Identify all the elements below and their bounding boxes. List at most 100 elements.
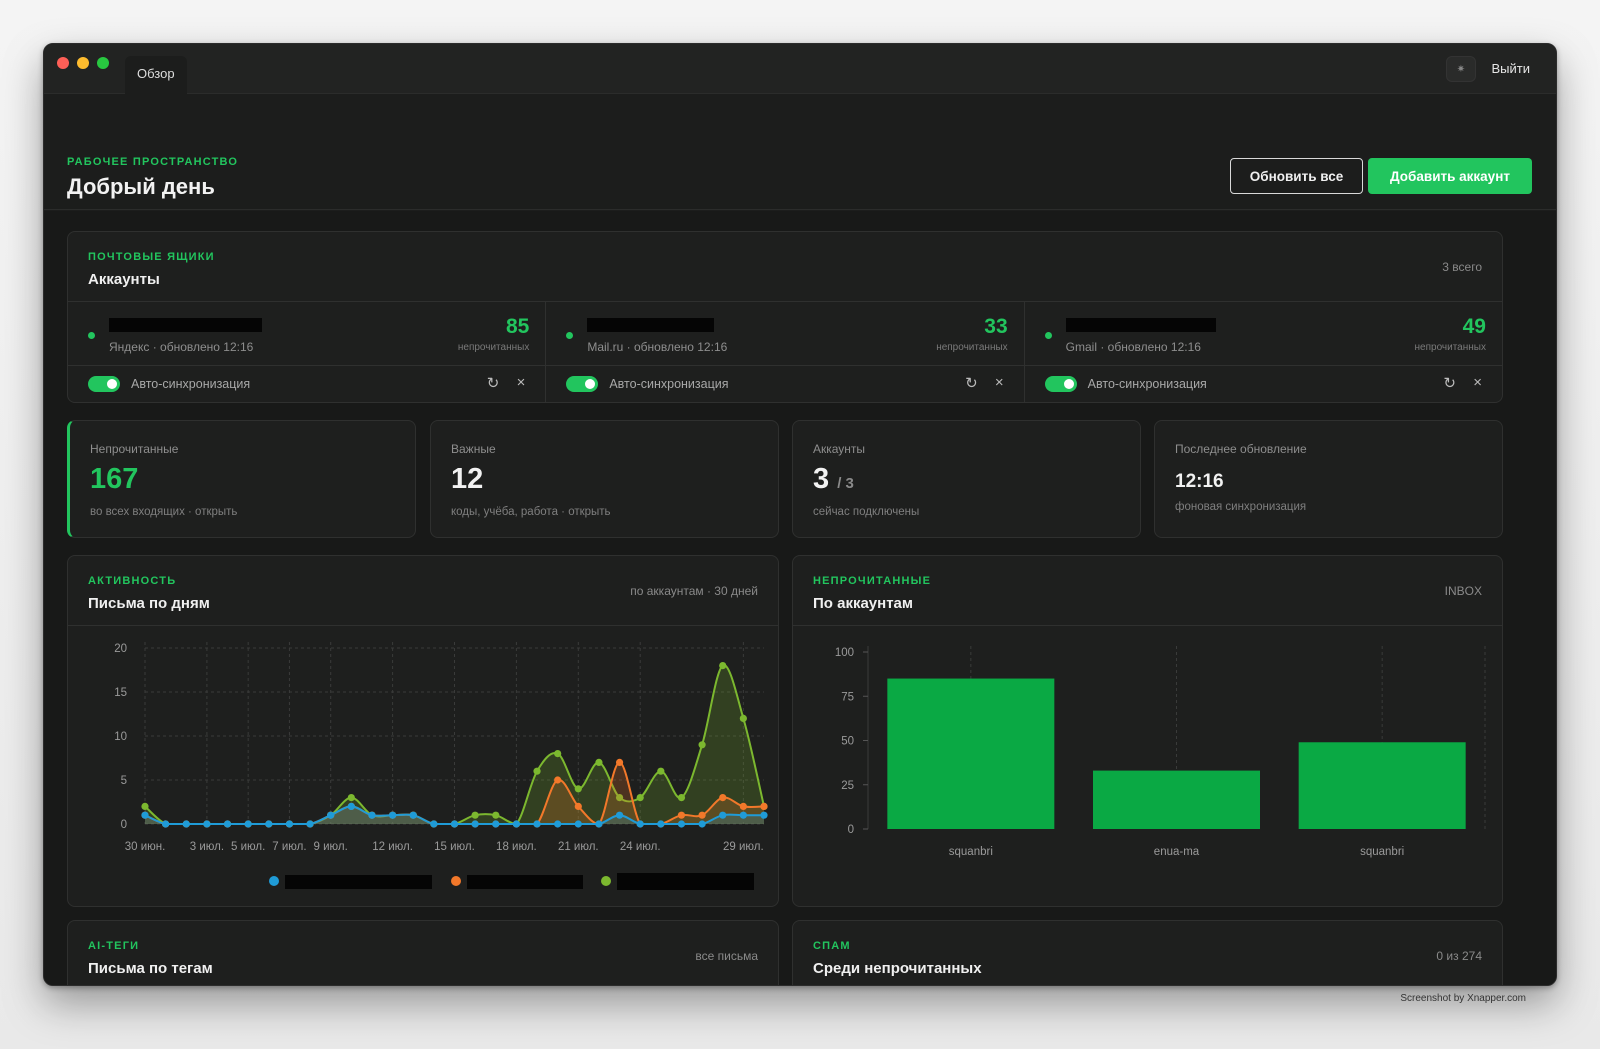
tab-overview[interactable]: Обзор	[125, 56, 187, 94]
account-gmail[interactable]: Gmail · обновлено 12:16 49 непрочитанных…	[1024, 302, 1502, 402]
data-point	[347, 794, 355, 802]
y-tick-label: 75	[841, 691, 854, 703]
x-tick-label: 12 июл.	[372, 841, 413, 853]
sun-icon: ✷	[1456, 63, 1466, 75]
redacted-email	[1065, 318, 1216, 332]
data-point	[574, 802, 582, 810]
page-header: РАБОЧЕЕ ПРОСТРАНСТВО Добрый день Обновит…	[44, 94, 1556, 210]
data-point	[141, 802, 149, 810]
data-point	[636, 794, 644, 802]
autosync-toggle[interactable]	[88, 376, 120, 392]
stat-value: 167	[90, 463, 139, 495]
data-point	[615, 811, 624, 819]
account-mailru[interactable]: Mail.ru · обновлено 12:16 33 непрочитанн…	[546, 302, 1025, 402]
account-provider: Яндекс · обновлено 12:16	[109, 340, 254, 354]
data-point	[409, 811, 417, 819]
y-tick-label: 0	[121, 819, 127, 831]
unread-count: 85	[505, 315, 530, 338]
unread-title: По аккаунтам	[813, 595, 913, 612]
autosync-label: Авто-синхронизация	[609, 377, 729, 391]
stat-important[interactable]: Важные 12 коды, учёба, работа · открыть	[430, 420, 779, 538]
bar	[1298, 742, 1466, 829]
x-tick-label: squanbri	[1360, 846, 1404, 858]
x-tick-label: 24 июл.	[620, 841, 661, 853]
data-point	[554, 776, 562, 784]
status-dot	[88, 332, 95, 339]
data-point	[739, 714, 747, 722]
unread-bar-chart: 0 25 50 75 100 squanbri enua-ma squanbri	[835, 646, 1486, 858]
autosync-toggle[interactable]	[566, 376, 599, 392]
spam-card: СПАМ Среди непрочитанных 0 из 274	[792, 920, 1503, 985]
stat-label: Важные	[451, 442, 496, 456]
ai-tags-title: Письма по тегам	[88, 960, 213, 977]
mailboxes-eyebrow: ПОЧТОВЫЕ ЯЩИКИ	[88, 251, 215, 263]
refresh-all-button[interactable]: Обновить все	[1230, 158, 1363, 194]
unread-by-account-card: НЕПРОЧИТАННЫЕ По аккаунтам INBOX 0 25 50 75…	[792, 555, 1503, 907]
legend-dot-orange	[451, 876, 461, 886]
data-point	[595, 758, 603, 766]
stat-value: 12:16	[1175, 471, 1224, 492]
screenshot-credit: Screenshot by Xnapper.com	[1400, 993, 1526, 1004]
data-point	[574, 820, 582, 828]
window-controls	[57, 57, 109, 69]
refresh-icon[interactable]: ↻	[1443, 374, 1456, 392]
close-icon[interactable]: ×	[517, 374, 526, 391]
data-point	[554, 820, 562, 828]
unread-count-label: непрочитанных	[936, 342, 1008, 353]
close-icon[interactable]: ×	[1473, 374, 1482, 391]
unread-meta: INBOX	[1444, 584, 1482, 598]
data-point	[574, 785, 582, 793]
x-tick-label: 9 июл.	[314, 841, 348, 853]
add-account-button[interactable]: Добавить аккаунт	[1368, 158, 1532, 194]
data-point	[492, 820, 500, 828]
close-icon[interactable]: ×	[995, 374, 1004, 391]
stat-value: 12	[451, 463, 484, 495]
data-point	[698, 811, 706, 819]
autosync-label: Авто-синхронизация	[131, 377, 251, 391]
stat-sub: коды, учёба, работа · открыть	[451, 506, 611, 518]
autosync-toggle[interactable]	[1044, 376, 1077, 392]
spam-meta: 0 из 274	[1436, 949, 1482, 963]
status-dot	[566, 332, 574, 339]
data-point	[223, 820, 232, 828]
y-tick-label: 50	[841, 736, 854, 748]
page-title: Добрый день	[67, 174, 215, 199]
x-tick-label: 21 июл.	[558, 841, 599, 853]
data-point	[306, 820, 314, 828]
data-point	[471, 811, 479, 819]
data-point	[657, 820, 665, 828]
minimize-window-button[interactable]	[77, 57, 89, 69]
refresh-icon[interactable]: ↻	[965, 374, 978, 392]
data-point	[492, 811, 500, 819]
autosync-label: Авто-синхронизация	[1087, 377, 1207, 391]
data-point	[285, 820, 294, 828]
y-tick-label: 25	[841, 780, 854, 792]
x-tick-label: 30 июн.	[125, 841, 166, 853]
account-yandex[interactable]: Яндекс · обновлено 12:16 85 непрочитанны…	[68, 302, 547, 402]
title-bar: Обзор ✷ Выйти	[44, 44, 1556, 94]
unread-count: 33	[984, 315, 1008, 338]
theme-toggle-button[interactable]: ✷	[1446, 56, 1476, 82]
maximize-window-button[interactable]	[97, 57, 109, 69]
x-tick-label: 5 июл.	[231, 841, 265, 853]
y-tick-label: 0	[848, 824, 854, 836]
account-list: Яндекс · обновлено 12:16 85 непрочитанны…	[68, 302, 1502, 402]
logout-link[interactable]: Выйти	[1492, 61, 1531, 76]
x-tick-label: 7 июл.	[272, 841, 306, 853]
x-tick-label: squanbri	[949, 846, 993, 858]
refresh-icon[interactable]: ↻	[487, 374, 500, 392]
data-point	[677, 820, 686, 828]
data-point	[615, 758, 624, 766]
data-point	[760, 802, 768, 810]
data-point	[657, 767, 665, 775]
data-point	[698, 820, 706, 828]
stat-value-total: / 3	[837, 475, 854, 492]
close-window-button[interactable]	[57, 57, 69, 69]
data-point	[533, 820, 541, 828]
stat-unread[interactable]: Непрочитанные 167 во всех входящих · отк…	[67, 420, 416, 538]
data-point	[677, 811, 686, 819]
data-point	[203, 820, 211, 828]
x-tick-label: 18 июл.	[496, 841, 537, 853]
accounts-total: 3 всего	[1442, 260, 1482, 274]
spam-title: Среди непрочитанных	[813, 960, 982, 977]
